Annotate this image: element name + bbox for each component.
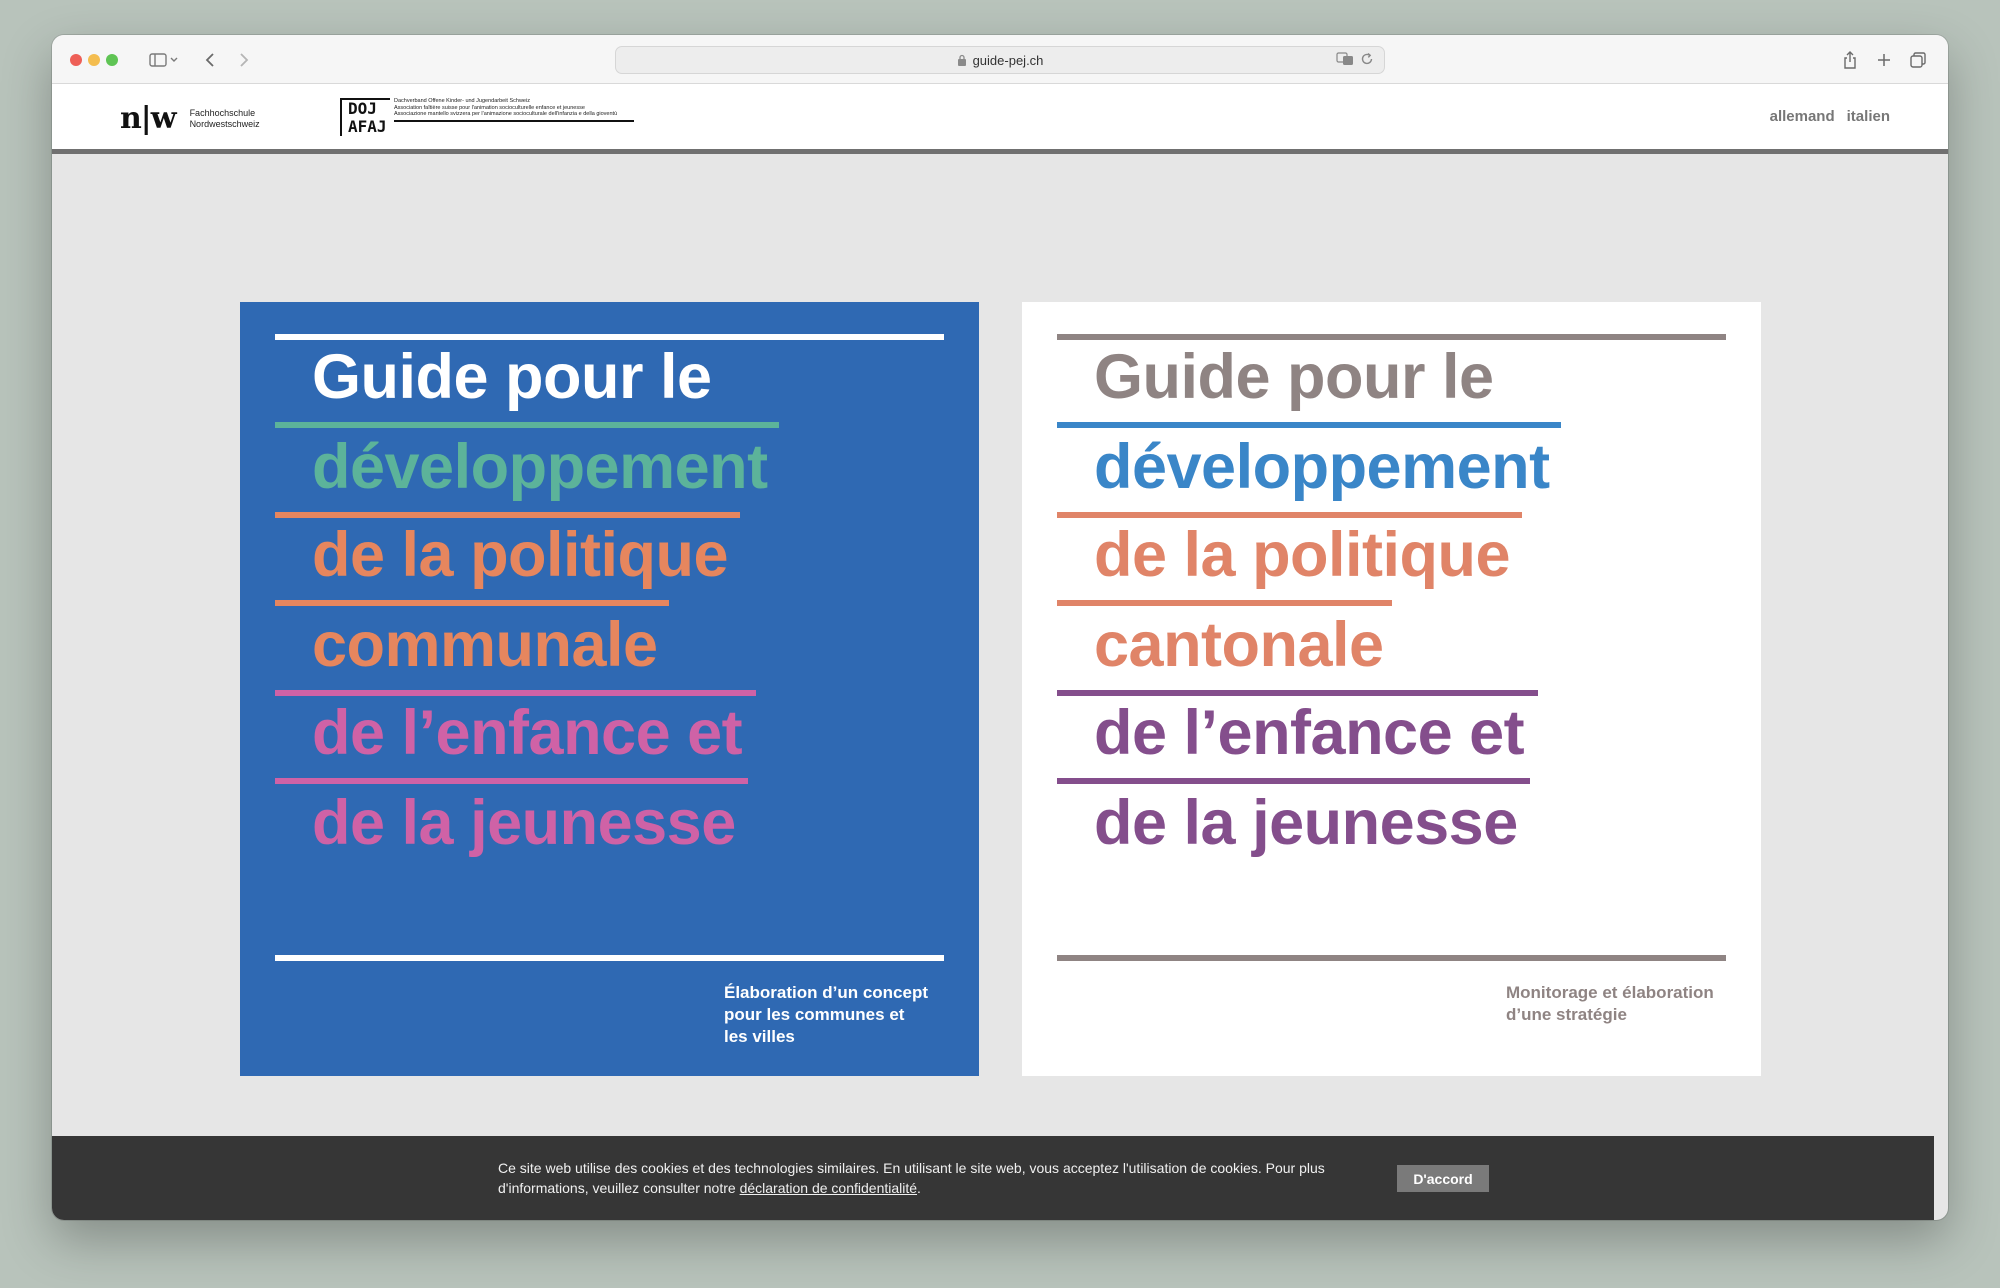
cover-frame-bottom-line [1057, 955, 1726, 961]
share-icon [1844, 51, 1856, 69]
lang-link-german[interactable]: allemand [1770, 108, 1835, 125]
translate-icon[interactable] [1336, 52, 1354, 66]
cover-title-line: de l’enfance et [1094, 698, 1525, 768]
doj-afaj-logo[interactable]: DOJ AFAJ Dachverband Offene Kinder- und … [340, 98, 634, 136]
cover-title-line: de la politique [312, 520, 729, 590]
doj-logo-mark-bottom: AFAJ [348, 117, 387, 136]
cover-divider-line [1057, 600, 1392, 606]
cover-divider-line [1057, 512, 1522, 518]
cover-title-line: de la jeunesse [1094, 788, 1518, 858]
cookie-banner: Ce site web utilise des cookies et des t… [52, 1136, 1934, 1220]
fhnw-logo-line: Fachhochschule [189, 107, 256, 118]
cover-divider-line [275, 422, 779, 428]
plus-icon [1878, 54, 1890, 66]
share-button[interactable] [1838, 45, 1862, 75]
cover-title-line: développement [1094, 432, 1550, 502]
cover-subtitle-line: Élaboration d’un concept [724, 983, 929, 1002]
cover-title-line: Guide pour le [312, 342, 712, 412]
reload-icon[interactable] [1360, 52, 1374, 66]
cover-title-line: communale [312, 610, 658, 680]
minimize-window-button[interactable] [88, 54, 100, 66]
cover-divider-line [275, 778, 748, 784]
cover-divider-line [275, 600, 669, 606]
cover-subtitle-line: pour les communes et [724, 1005, 905, 1024]
cookie-text-line2-suffix: . [917, 1180, 921, 1196]
chevron-left-icon [205, 53, 214, 67]
sidebar-toggle-button[interactable] [142, 45, 186, 75]
zoom-window-button[interactable] [106, 54, 118, 66]
fhnw-logo-text: Fachhochschule Nordwestschweiz [190, 108, 260, 130]
accept-cookies-button[interactable]: D'accord [1397, 1165, 1489, 1192]
cover-title-line: de l’enfance et [312, 698, 743, 768]
cover-subtitle: Monitorage et élaboration d’une stratégi… [1506, 982, 1714, 1026]
cover-frame-bottom-line [275, 955, 944, 961]
forward-button[interactable] [232, 45, 256, 75]
new-tab-button[interactable] [1872, 45, 1896, 75]
lock-icon [957, 54, 966, 66]
back-button[interactable] [198, 45, 222, 75]
cookie-text-line2-prefix: d'informations, veuillez consulter notre [498, 1180, 740, 1196]
doj-logo-line: Associazione mantello svizzera per l'ani… [394, 111, 618, 117]
browser-window: guide-pej.ch n|w Fachhochschule Nordwest… [52, 35, 1948, 1220]
url-text: guide-pej.ch [972, 52, 1044, 68]
cover-divider-line [1057, 778, 1530, 784]
cookie-notice-text: Ce site web utilise des cookies et des t… [498, 1158, 1378, 1198]
language-nav: allemand italien [1770, 108, 1890, 125]
cover-communal-guide[interactable]: Guide pour le développement de la politi… [240, 302, 979, 1076]
cover-title-line: développement [312, 432, 768, 502]
doj-afaj-logo-mark: DOJ AFAJ [340, 98, 390, 136]
fhnw-logo[interactable]: n|w Fachhochschule Nordwestschweiz [120, 101, 260, 136]
cover-frame-top-line [1057, 334, 1726, 340]
cover-frame-top-line [275, 334, 944, 340]
privacy-policy-link[interactable]: déclaration de confidentialité [740, 1180, 917, 1196]
doj-afaj-logo-text: Dachverband Offene Kinder- und Jugendarb… [394, 98, 634, 122]
cover-divider-line [275, 512, 740, 518]
close-window-button[interactable] [70, 54, 82, 66]
cover-divider-line [275, 690, 756, 696]
address-bar[interactable]: guide-pej.ch [615, 46, 1385, 74]
site-header: n|w Fachhochschule Nordwestschweiz DOJ A… [52, 84, 1948, 154]
cover-divider-line [1057, 690, 1538, 696]
lang-link-italian[interactable]: italien [1847, 108, 1890, 125]
chevron-right-icon [240, 53, 249, 67]
cover-subtitle-line: Monitorage et élaboration [1506, 983, 1714, 1002]
tabs-icon [1910, 52, 1926, 68]
cover-title-line: Guide pour le [1094, 342, 1494, 412]
cover-title-line: de la jeunesse [312, 788, 736, 858]
fhnw-logo-line: Nordwestschweiz [189, 118, 260, 129]
cover-title-line: de la politique [1094, 520, 1511, 590]
tab-overview-button[interactable] [1906, 45, 1930, 75]
cover-cantonal-guide[interactable]: Guide pour le développement de la politi… [1022, 302, 1761, 1076]
fhnw-logo-mark: n|w [120, 101, 177, 136]
browser-toolbar: guide-pej.ch [52, 35, 1948, 84]
cover-subtitle-line: les villes [724, 1027, 795, 1046]
cover-subtitle-line: d’une stratégie [1506, 1005, 1627, 1024]
doj-logo-mark-top: DOJ [348, 99, 377, 118]
cover-divider-line [1057, 422, 1561, 428]
cookie-text-line1: Ce site web utilise des cookies et des t… [498, 1160, 1325, 1176]
sidebar-icon [149, 53, 178, 67]
cover-subtitle: Élaboration d’un concept pour les commun… [724, 982, 928, 1048]
cover-title-line: cantonale [1094, 610, 1384, 680]
